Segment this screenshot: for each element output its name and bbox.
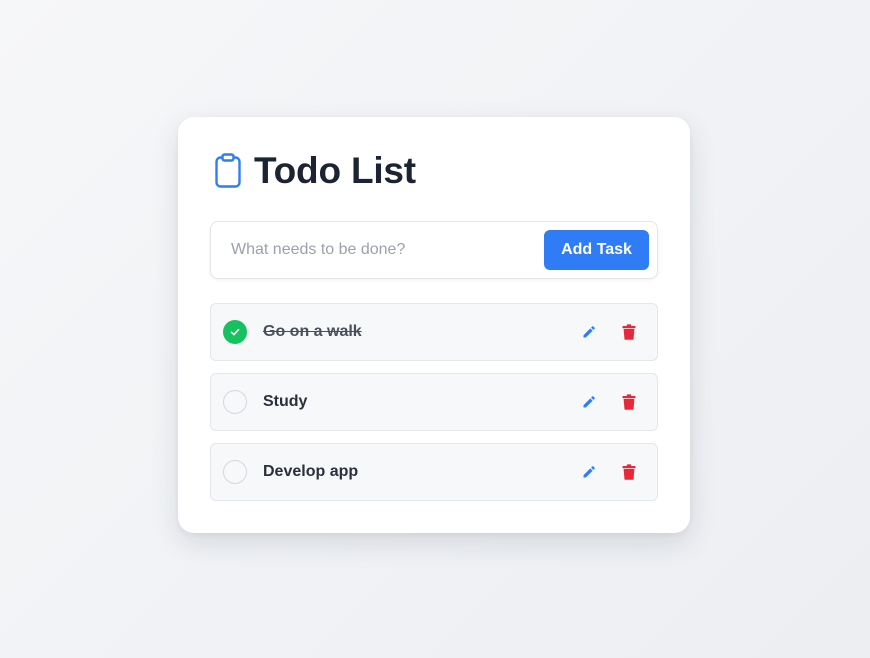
task-checkbox[interactable] bbox=[223, 320, 247, 344]
add-task-form: Add Task bbox=[210, 221, 658, 279]
pencil-icon bbox=[583, 466, 595, 478]
page-title: Todo List bbox=[254, 150, 416, 191]
delete-task-button[interactable] bbox=[615, 320, 643, 344]
trash-icon bbox=[622, 394, 636, 410]
task-item: Study bbox=[210, 373, 658, 431]
task-item: Develop app bbox=[210, 443, 658, 501]
task-checkbox[interactable] bbox=[223, 390, 247, 414]
header: Todo List bbox=[214, 149, 416, 193]
delete-task-button[interactable] bbox=[615, 390, 643, 414]
pencil-icon bbox=[583, 396, 595, 408]
edit-task-button[interactable] bbox=[575, 460, 603, 484]
add-task-button[interactable]: Add Task bbox=[544, 230, 649, 270]
delete-task-button[interactable] bbox=[615, 460, 643, 484]
task-text: Study bbox=[263, 393, 308, 410]
task-input[interactable] bbox=[211, 222, 531, 278]
edit-task-button[interactable] bbox=[575, 390, 603, 414]
edit-task-button[interactable] bbox=[575, 320, 603, 344]
task-checkbox[interactable] bbox=[223, 460, 247, 484]
todo-card: Todo List Add Task Go on a walk bbox=[178, 117, 690, 533]
trash-icon bbox=[622, 324, 636, 340]
task-text: Go on a walk bbox=[263, 323, 362, 340]
pencil-icon bbox=[583, 326, 595, 338]
task-list: Go on a walk Study Develop app bbox=[210, 303, 658, 513]
task-item: Go on a walk bbox=[210, 303, 658, 361]
check-icon bbox=[230, 328, 240, 336]
clipboard-icon bbox=[214, 153, 242, 189]
task-text: Develop app bbox=[263, 463, 359, 480]
trash-icon bbox=[622, 464, 636, 480]
